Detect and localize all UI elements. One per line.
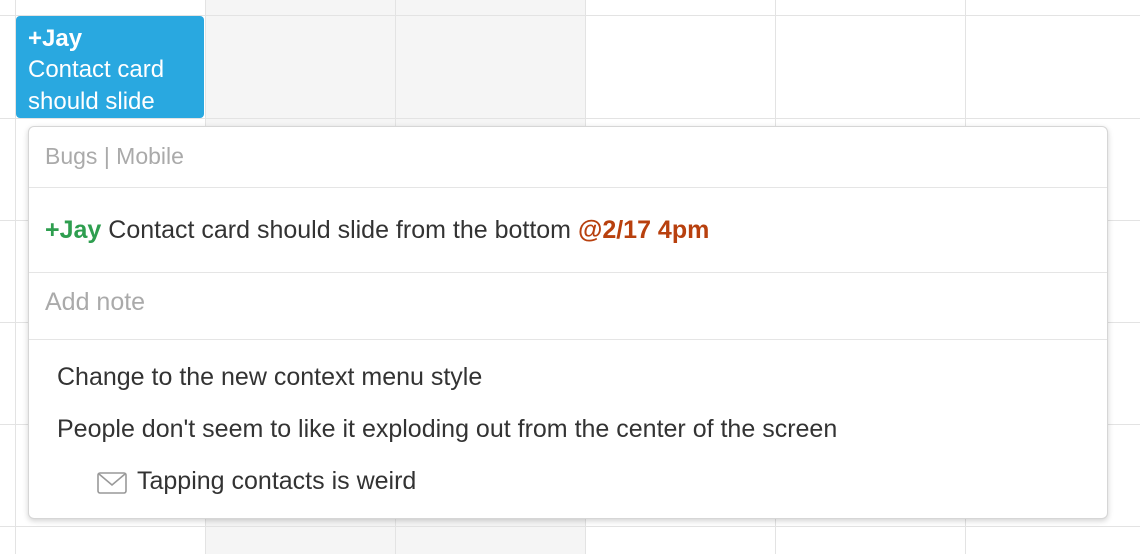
grid-line (0, 118, 1140, 119)
mail-icon (97, 472, 127, 494)
calendar-view: +Jay Contact card should slide Bugs | Mo… (0, 0, 1140, 554)
grid-line (0, 526, 1140, 527)
event-chip[interactable]: +Jay Contact card should slide (16, 16, 204, 118)
comment-item[interactable]: Change to the new context menu style (57, 363, 482, 392)
task-category[interactable]: Bugs | Mobile (29, 127, 1107, 187)
task-title-row[interactable]: +Jay Contact card should slide from the … (29, 188, 1107, 272)
add-note-input[interactable] (45, 288, 1045, 317)
event-chip-assignee: +Jay (28, 25, 83, 52)
add-note-row (29, 273, 1107, 339)
task-assignee[interactable]: +Jay (45, 216, 101, 244)
comment-item[interactable]: People don't seem to like it exploding o… (57, 415, 837, 444)
comment-item-text: Tapping contacts is weird (137, 467, 417, 495)
event-chip-title-line1: Contact card (28, 56, 165, 83)
task-title-text: Contact card should slide from the botto… (108, 216, 571, 244)
task-due-date[interactable]: @2/17 4pm (578, 216, 709, 244)
task-detail-popover: Bugs | Mobile +Jay Contact card should s… (28, 126, 1108, 519)
comment-item[interactable]: Tapping contacts is weird (97, 467, 416, 496)
event-chip-title-line2: should slide (28, 88, 155, 115)
divider (29, 339, 1107, 340)
